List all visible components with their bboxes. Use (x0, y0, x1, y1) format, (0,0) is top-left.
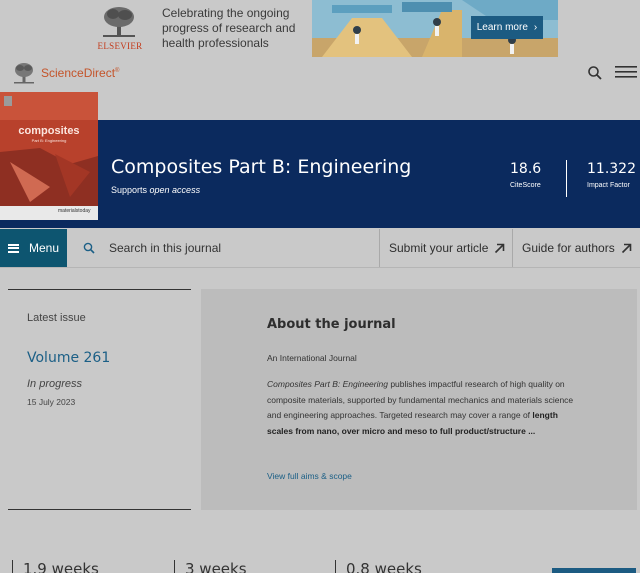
about-description: Composites Part B: Engineering publishes… (267, 379, 574, 436)
learn-more-button[interactable]: Learn more › (471, 16, 543, 39)
arrow-up-right-icon (621, 243, 632, 253)
journal-search-input[interactable]: Search in this journal (67, 229, 379, 267)
guide-for-authors-label: Guide for authors (522, 241, 615, 255)
metric-divider (566, 160, 567, 197)
stat-time-to-first-decision: 1.9 weeks (12, 560, 99, 573)
search-icon[interactable] (587, 65, 603, 81)
impact-factor-label: Impact Factor (587, 182, 630, 189)
stat-review-time: 3 weeks (174, 560, 247, 573)
hamburger-menu-icon[interactable] (615, 64, 637, 80)
open-access-note: Supports open access (111, 185, 201, 195)
learn-more-label: Learn more (476, 22, 528, 33)
ad-illustration[interactable]: Learn more › (312, 0, 558, 57)
impact-factor-value: 11.322 (587, 161, 636, 177)
journal-cover[interactable]: composites Part B: Engineering materials… (0, 92, 98, 220)
elsevier-logo: ELSEVIER (97, 6, 143, 52)
impact-factor-metric[interactable]: 11.322 Impact Factor (587, 161, 636, 189)
submit-article-label: Submit your article (389, 241, 489, 255)
about-title: About the journal (267, 317, 396, 332)
citescore-label: CiteScore (510, 182, 541, 189)
journal-navigation: Menu Search in this journal Submit your … (0, 229, 640, 268)
menu-icon (8, 243, 19, 253)
search-icon (83, 242, 95, 254)
elsevier-logo-text: ELSEVIER (97, 41, 143, 51)
aims-scope-link[interactable]: View full aims & scope (267, 471, 352, 481)
ad-banner[interactable]: ELSEVIER Celebrating the ongoing progres… (97, 0, 559, 57)
search-placeholder: Search in this journal (109, 241, 222, 255)
sciencedirect-logo[interactable]: ScienceDirect® (13, 62, 119, 84)
elsevier-tree-icon (14, 63, 34, 84)
issue-status: In progress (27, 378, 83, 390)
about-subtitle: An International Journal (267, 353, 357, 363)
issue-date: 15 July 2023 (27, 397, 76, 407)
citescore-metric[interactable]: 18.6 CiteScore (510, 161, 541, 189)
stats-action-button[interactable] (552, 568, 636, 573)
menu-label: Menu (29, 241, 60, 255)
sciencedirect-logo-text: ScienceDirect® (41, 66, 120, 80)
cover-art (0, 92, 98, 220)
latest-issue-label: Latest issue (27, 312, 86, 324)
submit-article-link[interactable]: Submit your article (379, 229, 512, 267)
cover-footer: materialstoday (58, 208, 91, 214)
stat-acceptance-time: 0.8 weeks (335, 560, 422, 573)
cover-subtitle: Part B: Engineering (31, 138, 67, 143)
latest-issue-panel: Latest issue Volume 261 In progress 15 J… (8, 289, 191, 510)
top-navigation: ScienceDirect® (0, 57, 640, 91)
chevron-right-icon: › (533, 22, 538, 33)
elsevier-tree-icon (103, 7, 135, 37)
guide-for-authors-link[interactable]: Guide for authors (512, 229, 640, 267)
cover-title: composites (18, 125, 80, 137)
ad-text: Celebrating the ongoing progress of rese… (162, 6, 296, 50)
arrow-up-right-icon (495, 243, 505, 253)
about-journal-panel: About the journal An International Journ… (201, 289, 637, 510)
menu-button[interactable]: Menu (0, 229, 67, 267)
latest-volume-link[interactable]: Volume 261 (27, 350, 110, 366)
citescore-value: 18.6 (510, 161, 542, 177)
journal-title[interactable]: Composites Part B: Engineering (111, 156, 411, 178)
